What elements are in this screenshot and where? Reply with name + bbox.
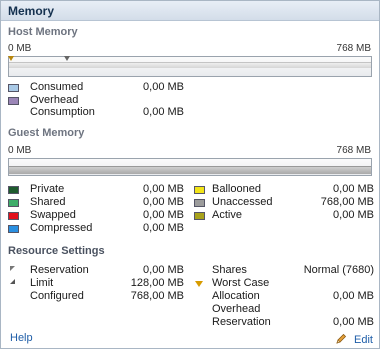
private-label: Private [30,183,65,195]
host-memory-bar-fill [9,62,371,68]
overhead-row: Overhead [194,303,374,316]
overhead-swatch [8,97,19,105]
host-memory-heading: Host Memory [8,26,78,38]
swapped-swatch [8,212,19,220]
guest-memory-heading: Guest Memory [8,127,85,139]
private-swatch [8,186,19,194]
active-label: Active [212,209,242,221]
limit-marker-icon [64,56,70,61]
legend-active: Active 0,00 MB [194,209,374,222]
limit-marker-icon [10,279,15,284]
shared-label: Shared [30,196,66,208]
ballooned-swatch [194,186,205,194]
worst-case-row: Worst Case [194,277,374,290]
worst-case-triangle-icon [195,281,203,287]
overhead-reservation-label: Reservation [212,316,271,328]
help-link[interactable]: Help [10,332,33,344]
consumption-value: 0,00 MB [143,106,184,118]
overhead-reservation-row: Reservation 0,00 MB [194,316,374,329]
host-memory-bar [8,56,372,77]
legend-consumption: Consumption 0,00 MB [8,106,208,119]
memory-panel: Memory Host Memory 0 MB 768 MB Consumed … [0,0,380,349]
shares-label: Shares [212,264,247,276]
reservation-value: 0,00 MB [143,264,184,276]
unaccessed-swatch [194,199,205,207]
host-scale-max: 768 MB [336,43,371,54]
allocation-value: 0,00 MB [333,290,374,302]
unaccessed-value: 768,00 MB [320,196,374,208]
configured-label: Configured [30,290,84,302]
legend-swapped: Swapped 0,00 MB [8,209,188,222]
compressed-value: 0,00 MB [143,222,184,234]
compressed-swatch [8,225,19,233]
guest-scale-min: 0 MB [8,145,32,156]
configured-value: 768,00 MB [130,290,184,302]
reservation-marker-icon [8,56,14,61]
compressed-label: Compressed [30,222,93,234]
ballooned-label: Ballooned [212,183,261,195]
limit-label: Limit [30,277,54,289]
edit-link[interactable]: Edit [354,334,373,346]
consumed-value: 0,00 MB [143,81,184,93]
legend-consumed: Consumed 0,00 MB [8,81,208,94]
allocation-row: Allocation 0,00 MB [194,290,374,303]
pencil-icon [336,333,347,344]
host-scale-min: 0 MB [8,43,32,54]
active-value: 0,00 MB [333,209,374,221]
consumption-label: Consumption [30,106,95,118]
panel-title: Memory [1,1,379,21]
edit-button[interactable]: Edit [336,331,373,346]
legend-compressed: Compressed 0,00 MB [8,222,188,235]
worst-case-label: Worst Case [212,277,270,289]
legend-shared: Shared 0,00 MB [8,196,188,209]
ballooned-value: 0,00 MB [333,183,374,195]
guest-memory-bar-fill [9,166,371,174]
legend-ballooned: Ballooned 0,00 MB [194,183,374,196]
legend-private: Private 0,00 MB [8,183,188,196]
overhead-setting-label: Overhead [212,303,261,315]
limit-value: 128,00 MB [130,277,184,289]
legend-unaccessed: Unaccessed 768,00 MB [194,196,374,209]
shares-row: Shares Normal (7680) [194,264,374,277]
shares-value: Normal (7680) [303,264,374,276]
reservation-marker-icon [10,266,15,271]
swapped-label: Swapped [30,209,76,221]
configured-row: Configured 768,00 MB [8,290,188,303]
resource-settings-heading: Resource Settings [8,245,105,257]
overhead-reservation-value: 0,00 MB [333,316,374,328]
guest-scale-max: 768 MB [336,145,371,156]
reservation-row: Reservation 0,00 MB [8,264,188,277]
limit-row: Limit 128,00 MB [8,277,188,290]
consumed-label: Consumed [30,81,84,93]
consumed-swatch [8,84,19,92]
guest-memory-bar [8,158,372,176]
shared-value: 0,00 MB [143,196,184,208]
swapped-value: 0,00 MB [143,209,184,221]
allocation-label: Allocation [212,290,260,302]
reservation-label: Reservation [30,264,89,276]
shared-swatch [8,199,19,207]
private-value: 0,00 MB [143,183,184,195]
active-swatch [194,212,205,220]
unaccessed-label: Unaccessed [212,196,273,208]
